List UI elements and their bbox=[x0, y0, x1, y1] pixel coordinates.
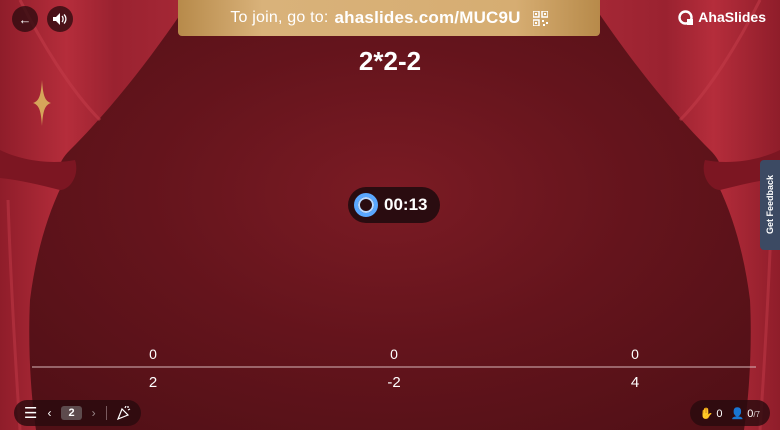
question-title: 2*2-2 bbox=[358, 46, 422, 76]
speaker-icon bbox=[53, 13, 67, 25]
chart-value-label: 0 bbox=[390, 346, 398, 362]
slide-number[interactable]: 2 bbox=[61, 406, 82, 420]
next-slide-button[interactable]: › bbox=[92, 406, 96, 420]
reactions-count: 0 bbox=[716, 407, 723, 420]
results-chart-svg: 0 2 0 -2 0 4 bbox=[32, 346, 756, 391]
chart-value-label: 0 bbox=[631, 346, 639, 362]
chart-category-label: 2 bbox=[149, 374, 157, 391]
countdown-timer: 00:13 bbox=[348, 187, 440, 223]
arrow-left-icon: ← bbox=[18, 11, 32, 27]
divider bbox=[105, 406, 107, 420]
join-banner: To join, go to: ahaslides.com/MUC9U bbox=[178, 0, 600, 36]
chart-category-label: -2 bbox=[387, 374, 400, 391]
timer-ring-icon bbox=[354, 193, 378, 217]
reactions-stat[interactable]: ✋ 0 bbox=[700, 407, 723, 420]
join-prefix: To join, go to: bbox=[230, 9, 329, 26]
confetti-icon[interactable] bbox=[116, 406, 131, 420]
audience-stats: ✋ 0 👤 0/7 bbox=[689, 400, 770, 426]
person-icon: 👤 bbox=[730, 407, 745, 420]
join-url[interactable]: ahaslides.com/MUC9U bbox=[335, 8, 521, 28]
sparkle-icon bbox=[33, 80, 51, 126]
qr-code-icon[interactable] bbox=[532, 10, 548, 26]
sound-button[interactable] bbox=[47, 6, 73, 32]
get-feedback-tab[interactable]: Get Feedback bbox=[760, 160, 780, 250]
timer-text: 00:13 bbox=[384, 195, 428, 214]
previous-slide-button[interactable]: ‹ bbox=[47, 406, 51, 420]
hand-icon: ✋ bbox=[699, 407, 714, 420]
get-feedback-label: Get Feedback bbox=[765, 175, 775, 235]
ahaslides-logo-icon bbox=[678, 9, 694, 25]
participants-total: /7 bbox=[753, 409, 760, 419]
brand-name: AhaSlides bbox=[698, 9, 766, 25]
brand-logo: AhaSlides bbox=[678, 9, 766, 25]
results-chart: 0 2 0 -2 0 4 bbox=[32, 340, 756, 400]
back-button[interactable]: ← bbox=[12, 6, 38, 32]
presenter-controls: ☰ ‹ 2 › bbox=[14, 400, 141, 426]
menu-icon[interactable]: ☰ bbox=[24, 404, 37, 422]
chart-category-label: 4 bbox=[631, 374, 639, 391]
chart-value-label: 0 bbox=[149, 346, 157, 362]
participants-stat[interactable]: 👤 0/7 bbox=[730, 407, 760, 420]
